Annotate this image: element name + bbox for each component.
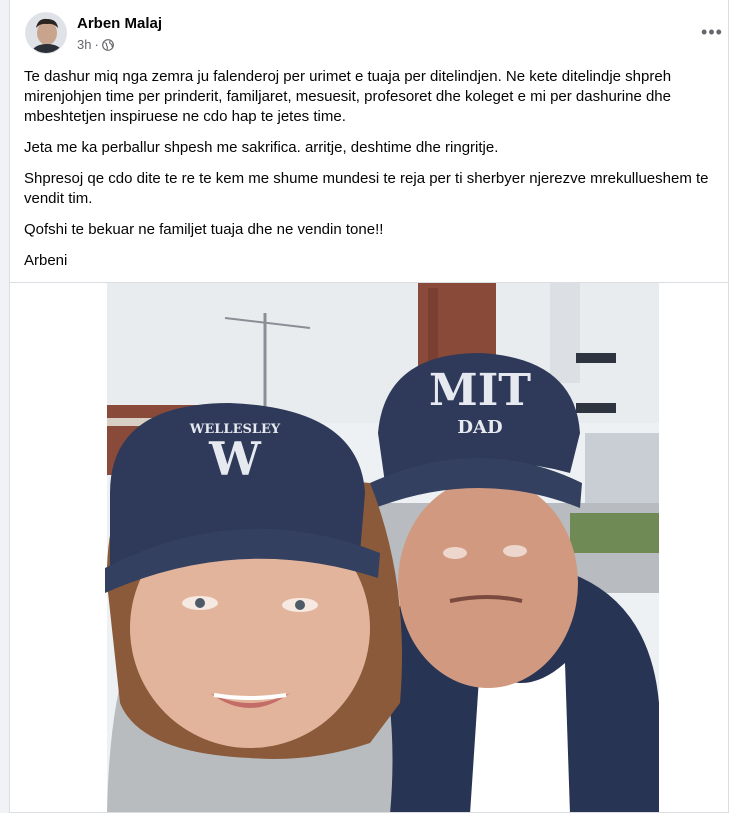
author-avatar[interactable] <box>25 12 67 54</box>
avatar-image <box>26 13 66 53</box>
post-paragraph: Qofshi te bekuar ne familjet tuaja dhe n… <box>24 221 384 238</box>
cap-right-text: MIT <box>429 365 531 416</box>
selfie-photo[interactable]: MIT DAD WELLESLEY W <box>10 283 728 813</box>
author-name[interactable]: Arben Malaj <box>77 15 162 32</box>
post-header: Arben Malaj 3h · ••• <box>10 0 728 62</box>
post-text: Te dashur miq nga zemra ju falenderoj pe… <box>24 67 718 282</box>
facebook-post: Arben Malaj 3h · ••• Te dashur miq nga z… <box>9 0 729 813</box>
post-time[interactable]: 3h <box>77 37 91 52</box>
more-options-icon[interactable]: ••• <box>700 22 724 42</box>
post-paragraph: Jeta me ka perballur shpesh me sakrifica… <box>24 139 499 156</box>
post-signature: Arbeni <box>24 252 68 269</box>
globe-icon[interactable] <box>101 38 114 51</box>
post-media[interactable]: MIT DAD WELLESLEY W <box>10 282 728 813</box>
cap-right-sub: DAD <box>457 417 502 438</box>
post-paragraph: Te dashur miq nga zemra ju falenderoj pe… <box>24 68 672 125</box>
cap-left-letter: W <box>208 432 262 486</box>
post-meta: 3h · <box>77 37 114 52</box>
post-paragraph: Shpresoj qe cdo dite te re te kem me shu… <box>24 170 709 207</box>
